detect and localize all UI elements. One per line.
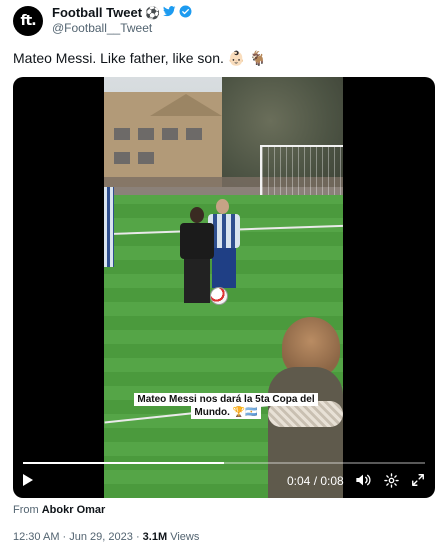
settings-icon[interactable] xyxy=(382,471,400,489)
video-caption-line-2: Mundo. 🏆🇦🇷 xyxy=(191,406,261,419)
account-avatar[interactable]: ft. xyxy=(13,6,43,36)
meta-separator-2: · xyxy=(132,531,143,543)
soccer-ball-emoji: ⚽ xyxy=(145,5,160,20)
video-caption-line-1: Mateo Messi nos dará la 5ta Copa del xyxy=(134,393,318,406)
video-progress-fill xyxy=(23,462,224,464)
tweet-text: Mateo Messi. Like father, like son. 👶🏻 🐐 xyxy=(13,50,267,66)
video-goal xyxy=(260,145,343,199)
fullscreen-icon[interactable] xyxy=(409,471,427,489)
video-building xyxy=(104,92,222,187)
account-name-row[interactable]: Football Tweet ⚽ xyxy=(52,5,192,20)
media-source: From Abokr Omar xyxy=(13,504,105,516)
play-icon[interactable] xyxy=(23,474,33,486)
video-caption: Mateo Messi nos dará la 5ta Copa del Mun… xyxy=(134,393,318,419)
display-name[interactable]: Football Tweet xyxy=(52,5,142,20)
video-time: 0:04 / 0:08 xyxy=(287,474,344,488)
video-progress-bar[interactable] xyxy=(23,462,425,464)
tweet-meta: 12:30 AM · Jun 29, 2023 · 3.1M Views xyxy=(13,531,199,543)
video-controls: 0:04 / 0:08 xyxy=(13,470,435,494)
meta-separator: · xyxy=(59,531,70,543)
video-player-left xyxy=(104,187,114,267)
views-count: 3.1M xyxy=(142,531,168,543)
volume-icon[interactable] xyxy=(354,471,372,489)
source-name-link[interactable]: Abokr Omar xyxy=(42,504,106,516)
video-player[interactable]: Mateo Messi nos dará la 5ta Copa del Mun… xyxy=(13,77,435,498)
verified-badge-icon xyxy=(179,5,192,20)
source-prefix: From xyxy=(13,504,39,516)
video-frame[interactable]: Mateo Messi nos dará la 5ta Copa del Mun… xyxy=(104,77,343,498)
video-ball xyxy=(210,287,228,305)
twitter-bird-icon xyxy=(163,6,176,19)
views-label: Views xyxy=(170,531,200,543)
tweet-time[interactable]: 12:30 AM xyxy=(13,531,59,543)
tweet-date[interactable]: Jun 29, 2023 xyxy=(69,531,133,543)
account-handle[interactable]: @Football__Tweet xyxy=(52,21,152,35)
